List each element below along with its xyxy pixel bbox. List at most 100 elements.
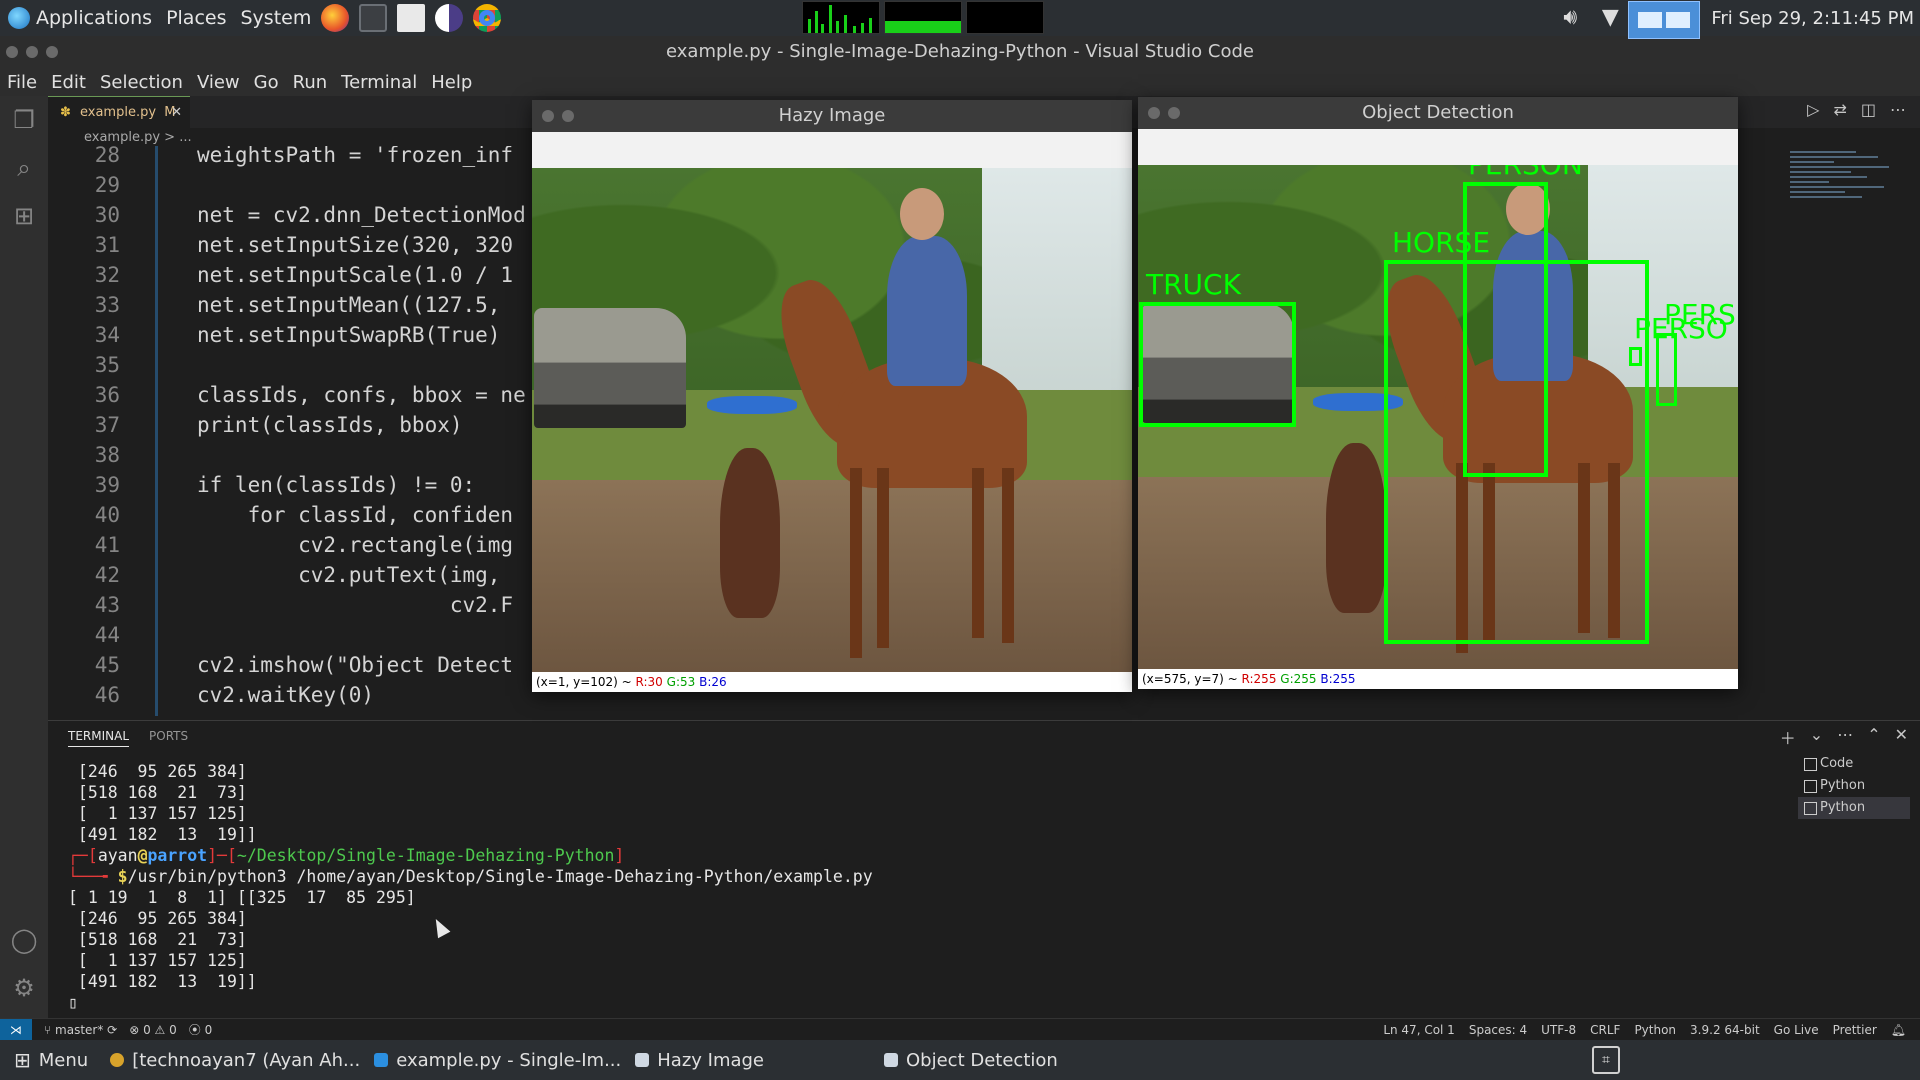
terminal-dropdown-icon[interactable]: ⌄ [1810,725,1823,749]
minimize-window-icon[interactable] [26,46,38,58]
search-icon[interactable]: ⌕ [0,144,48,192]
menu-view[interactable]: View [190,72,247,93]
code-line[interactable]: 46 cv2.waitKey(0) [48,680,374,710]
parrot-logo-icon[interactable] [8,7,30,29]
menu-file[interactable]: File [0,72,44,93]
code-line[interactable]: 45 cv2.imshow("Object Detect [48,650,513,680]
code-line[interactable]: 32 net.setInputScale(1.0 / 1 [48,260,513,290]
terminal-launcher-icon[interactable] [359,4,388,32]
more-actions-icon[interactable]: ⋯ [1890,100,1906,119]
menu-go[interactable]: Go [247,72,286,93]
wifi-icon[interactable]: ▼ [1597,7,1623,29]
document-launcher-icon[interactable] [397,4,426,32]
code-line[interactable]: 33 net.setInputMean((127.5, [48,290,501,320]
prettier-status[interactable]: Prettier [1833,1023,1877,1037]
close-window-icon[interactable] [1148,107,1160,119]
workspace-2[interactable] [1666,12,1690,28]
maximize-window-icon[interactable] [46,46,58,58]
close-tab-icon[interactable]: ✕ [171,97,182,129]
problems-status[interactable]: ⊗ 0 ⚠ 0 [129,1023,177,1037]
code-line[interactable]: 40 for classId, confiden [48,500,513,530]
chrome-launcher-icon[interactable] [473,4,502,32]
code-line[interactable]: 42 cv2.putText(img, [48,560,501,590]
code-line[interactable]: 41 cv2.rectangle(img [48,530,513,560]
hazy-window-controls[interactable] [542,110,574,122]
accounts-icon[interactable]: ◯ [0,916,48,964]
system-menu[interactable]: System [240,7,311,29]
code-line[interactable]: 38 [48,440,120,470]
menu-edit[interactable]: Edit [44,72,93,93]
firefox-launcher-icon[interactable] [321,4,350,32]
applications-menu[interactable]: Applications [36,7,152,29]
object-detection-window[interactable]: Object Detection PERSON HORSE TRUCK PERS… [1138,97,1738,689]
places-menu[interactable]: Places [166,7,226,29]
breadcrumb[interactable]: example.py > ... [48,128,548,148]
hazy-image-window[interactable]: Hazy Image (x=1, y=102) ~ R:30 G:53 B:26 [532,100,1132,692]
minimap[interactable] [1790,148,1900,258]
encoding[interactable]: UTF-8 [1541,1023,1576,1037]
screenshot-tool-icon[interactable]: ⌗ [1592,1046,1620,1074]
code-line[interactable]: 29 [48,170,120,200]
terminal-output[interactable]: [246 95 265 384] [518 168 21 73] [ 1 137… [68,761,1828,1021]
code-line[interactable]: 37 print(classIds, bbox) [48,410,463,440]
code-line[interactable]: 44 [48,620,120,650]
hazy-image-canvas[interactable] [532,168,1132,672]
extensions-icon[interactable]: ⊞ [0,192,48,240]
workspace-1[interactable] [1638,12,1662,28]
remote-icon[interactable]: ⋊ [0,1018,32,1041]
code-line[interactable]: 28 weightsPath = 'frozen_inf [48,146,513,170]
start-menu-button[interactable]: ⊞ Menu [14,1048,88,1072]
code-line[interactable]: 30 net = cv2.dnn_DetectionMod [48,200,526,230]
cursor-position[interactable]: Ln 47, Col 1 [1383,1023,1455,1037]
run-icon[interactable]: ▷ [1807,100,1819,119]
close-window-icon[interactable] [542,110,554,122]
menu-selection[interactable]: Selection [93,72,190,93]
theme-launcher-icon[interactable] [435,4,464,32]
close-panel-icon[interactable]: ✕ [1895,725,1908,749]
tab-ports[interactable]: PORTS [149,729,188,747]
minimize-window-icon[interactable] [1168,107,1180,119]
notifications-bell-icon[interactable]: 🔔︎ [1891,1023,1906,1037]
ports-status[interactable]: ⦿ 0 [189,1021,212,1038]
menu-terminal[interactable]: Terminal [334,72,424,93]
minimize-window-icon[interactable] [562,110,574,122]
python-interpreter[interactable]: 3.9.2 64-bit [1690,1023,1760,1037]
close-window-icon[interactable] [6,46,18,58]
code-line[interactable]: 35 [48,350,120,380]
new-terminal-icon[interactable]: ＋ [1780,725,1796,749]
terminal-instance-python[interactable]: Python [1798,775,1910,797]
maximize-panel-icon[interactable]: ⌃ [1867,725,1880,749]
menu-help[interactable]: Help [424,72,479,93]
indentation[interactable]: Spaces: 4 [1469,1023,1527,1037]
task-vscode-window[interactable]: example.py - Single-Im... [374,1050,621,1071]
task-object-detection-window[interactable]: Object Detection [884,1050,1058,1071]
window-controls[interactable] [6,46,58,58]
object-detection-canvas[interactable]: PERSON HORSE TRUCK PERS PERSO [1138,165,1738,669]
workspace-switcher[interactable] [1628,1,1700,39]
panel-more-icon[interactable]: ⋯ [1837,725,1853,749]
tab-terminal[interactable]: TERMINAL [68,729,130,747]
code-line[interactable]: 31 net.setInputSize(320, 320 [48,230,513,260]
hazy-image-titlebar[interactable]: Hazy Image [532,100,1132,132]
task-hazy-image-window[interactable]: Hazy Image [635,1050,764,1071]
line-ending[interactable]: CRLF [1590,1023,1620,1037]
branch-status[interactable]: ⑂ master* ⟳ [44,1023,117,1037]
settings-gear-icon[interactable]: ⚙ [0,964,48,1012]
menu-run[interactable]: Run [286,72,335,93]
terminal-instance-python-active[interactable]: Python [1798,797,1910,819]
go-live-button[interactable]: Go Live [1774,1023,1819,1037]
detection-window-controls[interactable] [1148,107,1180,119]
compare-icon[interactable]: ⇄ [1833,100,1846,119]
terminal-instance-code[interactable]: Code [1798,753,1910,775]
language-mode[interactable]: Python [1634,1023,1676,1037]
task-chrome-window[interactable]: [technoayan7 (Ayan Ah... [110,1050,360,1071]
clock[interactable]: Fri Sep 29, 2:11:45 PM [1711,8,1914,29]
explorer-icon[interactable]: ❐ [0,96,48,144]
split-editor-icon[interactable]: ◫ [1861,100,1876,119]
code-line[interactable]: 34 net.setInputSwapRB(True) [48,320,501,350]
object-detection-titlebar[interactable]: Object Detection [1138,97,1738,129]
tab-example-py[interactable]: ✽ example.py M ✕ [48,96,190,128]
volume-icon[interactable]: 🔊︎ [1557,7,1583,29]
code-line[interactable]: 39 if len(classIds) != 0: [48,470,475,500]
code-line[interactable]: 36 classIds, confs, bbox = ne [48,380,526,410]
